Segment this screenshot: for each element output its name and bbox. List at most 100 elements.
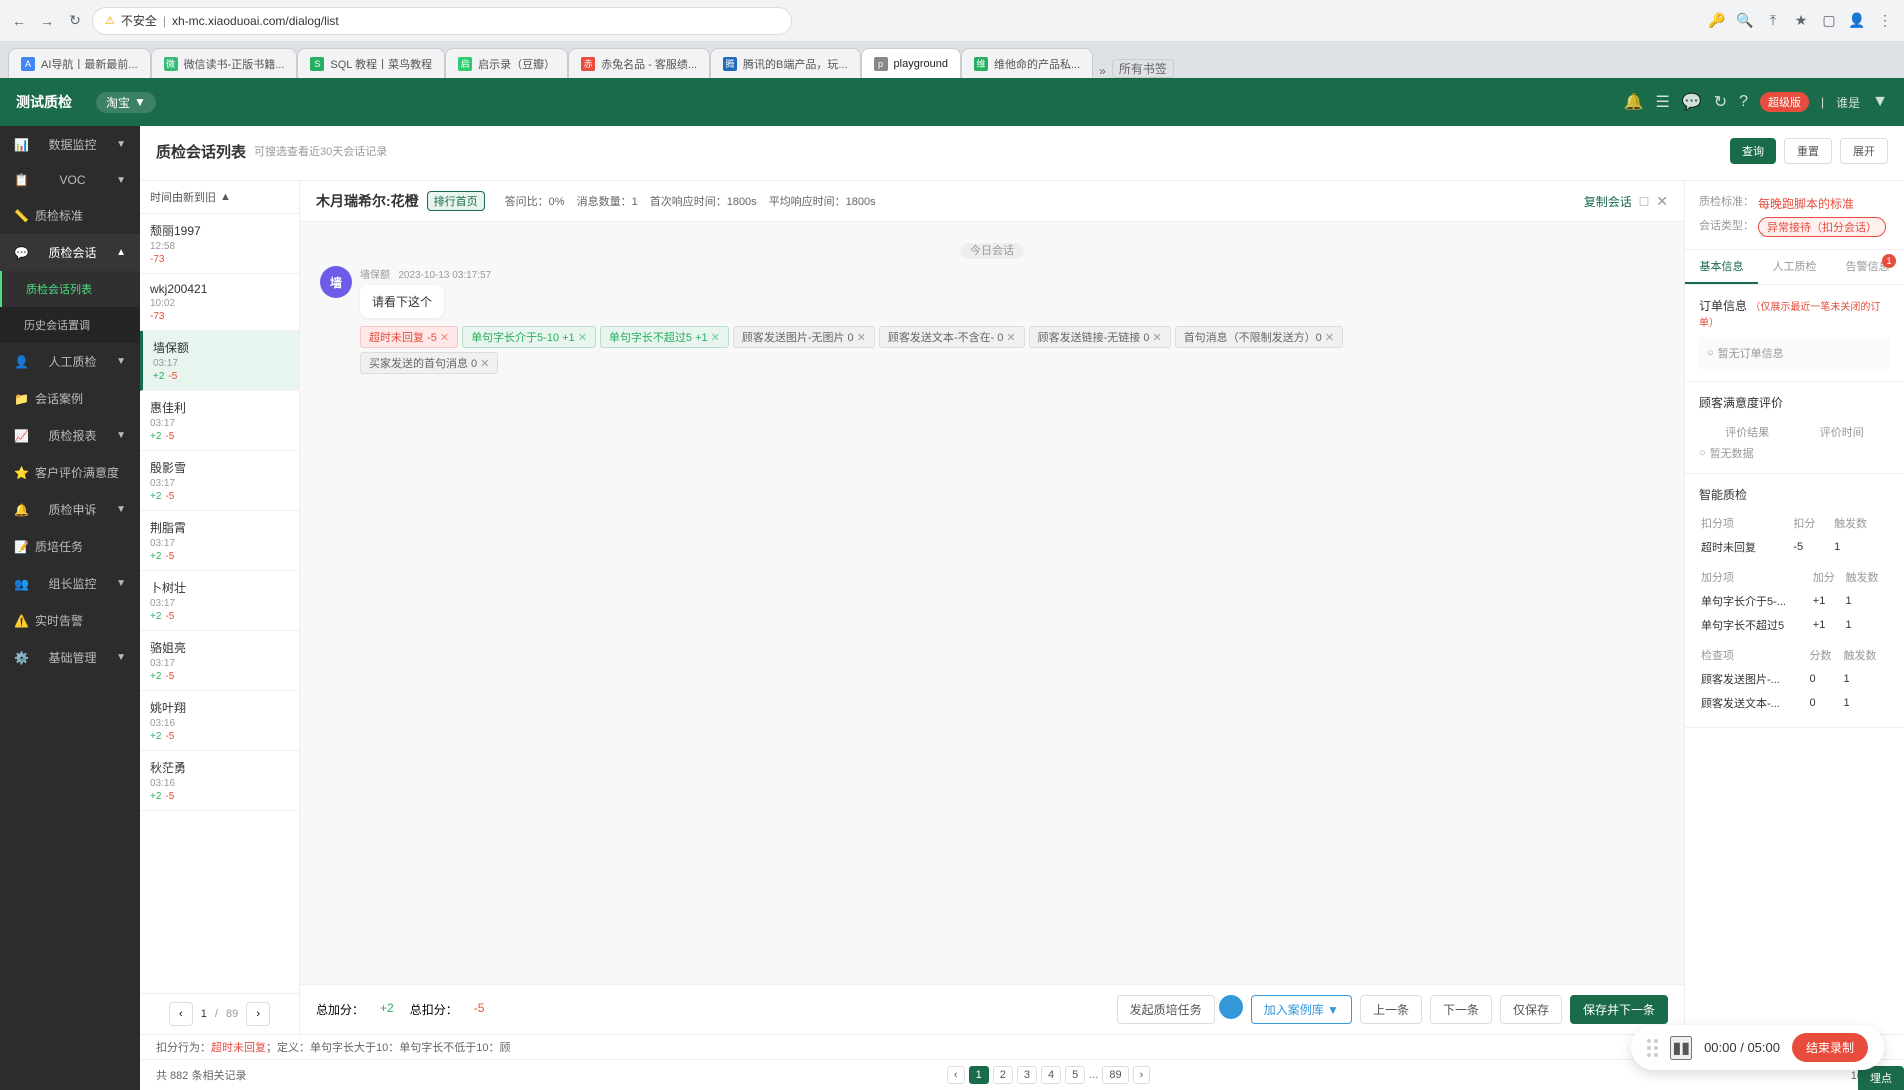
tab-basic-info[interactable]: 基本信息 <box>1685 250 1758 284</box>
sidebar-item-manual-check[interactable]: 👤 人工质检 ▼ <box>0 343 140 380</box>
tab-icon[interactable]: ▢ <box>1818 10 1840 32</box>
sidebar-item-team-monitor[interactable]: 👥 组长监控 ▼ <box>0 565 140 602</box>
tab-weixin[interactable]: 微 微信读书-正版书籍... <box>151 48 298 78</box>
forward-button[interactable]: → <box>36 10 58 32</box>
conv-sort-btn[interactable]: 时间由新到旧 ▲ <box>140 181 299 214</box>
tab-tencent[interactable]: 腾 腾讯的B端产品，玩... <box>710 48 861 78</box>
end-record-button[interactable]: 结束录制 <box>1792 1033 1868 1062</box>
reports-icon: 📈 <box>14 429 29 443</box>
pag-3[interactable]: 3 <box>1017 1066 1037 1084</box>
alert-icon: ⚠️ <box>14 614 29 628</box>
save-next-btn[interactable]: 保存并下一条 <box>1570 995 1668 1024</box>
conv-scores-7: +2 -5 <box>150 671 289 682</box>
tab-playground[interactable]: p playground <box>861 48 961 78</box>
pag-1[interactable]: 1 <box>969 1066 989 1084</box>
tab-favicon-playground: p <box>874 57 888 71</box>
more-tabs[interactable]: » <box>1093 64 1112 78</box>
reset-button[interactable]: 重置 <box>1784 138 1832 164</box>
sidebar-item-satisfaction[interactable]: ⭐ 客户评价满意度 <box>0 454 140 491</box>
next-page-btn[interactable]: › <box>246 1002 270 1026</box>
tag-close-3[interactable]: ✕ <box>857 331 866 344</box>
sidebar-item-train[interactable]: 📝 质培任务 <box>0 528 140 565</box>
bell-icon[interactable]: 🔔 <box>1624 92 1644 112</box>
tab-ai[interactable]: A AI导航丨最新最前... <box>8 48 151 78</box>
tab-chitu[interactable]: 赤 赤兔名品 - 客服绩... <box>568 48 710 78</box>
pag-4[interactable]: 4 <box>1041 1066 1061 1084</box>
conv-item-9[interactable]: 秋茫勇 03:16 +2 -5 <box>140 751 299 811</box>
pag-89[interactable]: 89 <box>1102 1066 1128 1084</box>
tag-close-7[interactable]: ✕ <box>480 357 489 370</box>
back-button[interactable]: ← <box>8 10 30 32</box>
tag-close-2[interactable]: ✕ <box>711 331 720 344</box>
sidebar-item-basic-mgmt[interactable]: ⚙️ 基础管理 ▼ <box>0 639 140 676</box>
user-chevron[interactable]: ▼ <box>1872 93 1888 111</box>
chat-icon[interactable]: 💬 <box>1682 92 1702 112</box>
profile-icon[interactable]: 👤 <box>1846 10 1868 32</box>
tag-close-5[interactable]: ✕ <box>1152 331 1161 344</box>
prev-btn[interactable]: 上一条 <box>1360 995 1422 1024</box>
tab-sql[interactable]: S SQL 教程丨菜鸟教程 <box>297 48 445 78</box>
query-button[interactable]: 查询 <box>1730 138 1776 164</box>
only-save-btn[interactable]: 仅保存 <box>1500 995 1562 1024</box>
conv-item-5[interactable]: 荆脂霄 03:17 +2 -5 <box>140 511 299 571</box>
add-row-1: 单句字长不超过5 +1 1 <box>1699 613 1890 637</box>
conv-item-7[interactable]: 骆姐亮 03:17 +2 -5 <box>140 631 299 691</box>
pag-5[interactable]: 5 <box>1065 1066 1085 1084</box>
fullscreen-icon[interactable]: □ <box>1640 193 1648 209</box>
sidebar-item-conv-list[interactable]: 质检会话列表 <box>0 271 140 307</box>
manual-check-label: 人工质检 <box>49 353 97 370</box>
conv-score-neg-0: -73 <box>150 254 164 265</box>
tag-close-4[interactable]: ✕ <box>1006 331 1015 344</box>
sync-icon[interactable]: ↻ <box>1714 92 1727 112</box>
conv-item-1[interactable]: wkj200421 10:02 -73 <box>140 274 299 331</box>
list-icon[interactable]: ☰ <box>1655 92 1669 112</box>
task-btn[interactable]: 发起质培任务 <box>1117 995 1215 1024</box>
sidebar-item-quality-standard[interactable]: 📏 质检标准 <box>0 197 140 234</box>
address-bar[interactable]: ⚠ 不安全 | xh-mc.xiaoduoai.com/dialog/list <box>92 7 792 35</box>
prev-page-btn[interactable]: ‹ <box>169 1002 193 1026</box>
close-dialog-icon[interactable]: ✕ <box>1656 193 1668 210</box>
sidebar-item-alert[interactable]: ⚠️ 实时告警 <box>0 602 140 639</box>
sidebar-item-cases[interactable]: 📁 会话案例 <box>0 380 140 417</box>
conv-item-8[interactable]: 姚叶翔 03:16 +2 -5 <box>140 691 299 751</box>
conv-item-0[interactable]: 颓丽1997 12:58 -73 <box>140 214 299 274</box>
pag-next[interactable]: › <box>1133 1066 1151 1084</box>
tab-douban[interactable]: 启 启示录（豆瓣） <box>445 48 568 78</box>
help-icon[interactable]: ? <box>1739 93 1748 111</box>
taobao-selector[interactable]: 淘宝 ▼ <box>96 92 156 113</box>
conv-item-6[interactable]: 卜树壮 03:17 +2 -5 <box>140 571 299 631</box>
conv-item-2[interactable]: 墙保额 03:17 +2 -5 <box>140 331 299 391</box>
pag-prev[interactable]: ‹ <box>947 1066 965 1084</box>
menu-icon[interactable]: ⋮ <box>1874 10 1896 32</box>
expand-button[interactable]: 展开 <box>1840 138 1888 164</box>
tab-favicon-weixin: 微 <box>164 57 178 71</box>
bookmark-icon[interactable]: ★ <box>1790 10 1812 32</box>
sidebar-item-data-monitor[interactable]: 📊 数据监控 ▼ <box>0 126 140 163</box>
share-icon[interactable]: ⤒ <box>1762 10 1784 32</box>
tab-vitamin[interactable]: 维 维他命的产品私... <box>961 48 1093 78</box>
reload-button[interactable]: ↻ <box>64 10 86 32</box>
conv-score-neg-8: -5 <box>165 731 174 742</box>
sidebar-item-quality-conv[interactable]: 💬 质检会话 ▲ <box>0 234 140 271</box>
sidebar-item-reports[interactable]: 📈 质检报表 ▼ <box>0 417 140 454</box>
pause-button[interactable]: ▮▮ <box>1670 1036 1692 1060</box>
tag-close-0[interactable]: ✕ <box>440 331 449 344</box>
next-btn[interactable]: 下一条 <box>1430 995 1492 1024</box>
bookmarks-btn[interactable]: 所有书签 <box>1112 59 1174 78</box>
pag-2[interactable]: 2 <box>993 1066 1013 1084</box>
sidebar-item-history[interactable]: 历史会话置调 <box>0 307 140 343</box>
sidebar-item-appeal[interactable]: 🔔 质检申诉 ▼ <box>0 491 140 528</box>
drag-handle[interactable] <box>1647 1039 1658 1057</box>
msg-sender: 墙保额 <box>360 270 390 281</box>
key-icon[interactable]: 🔑 <box>1706 10 1728 32</box>
tab-manual-check[interactable]: 人工质检 <box>1758 250 1831 284</box>
tab-alert-info[interactable]: 告警信息 1 <box>1831 250 1904 284</box>
conv-item-4[interactable]: 殷影雪 03:17 +2 -5 <box>140 451 299 511</box>
tag-close-1[interactable]: ✕ <box>578 331 587 344</box>
copy-dialog-btn[interactable]: 复制会话 <box>1584 193 1632 210</box>
conv-item-3[interactable]: 惠佳利 03:17 +2 -5 <box>140 391 299 451</box>
add-case-btn[interactable]: 加入案例库 ▼ <box>1251 995 1352 1024</box>
sidebar-item-voc[interactable]: 📋 VOC ▼ <box>0 163 140 197</box>
search-icon[interactable]: 🔍 <box>1734 10 1756 32</box>
tag-close-6[interactable]: ✕ <box>1325 331 1334 344</box>
